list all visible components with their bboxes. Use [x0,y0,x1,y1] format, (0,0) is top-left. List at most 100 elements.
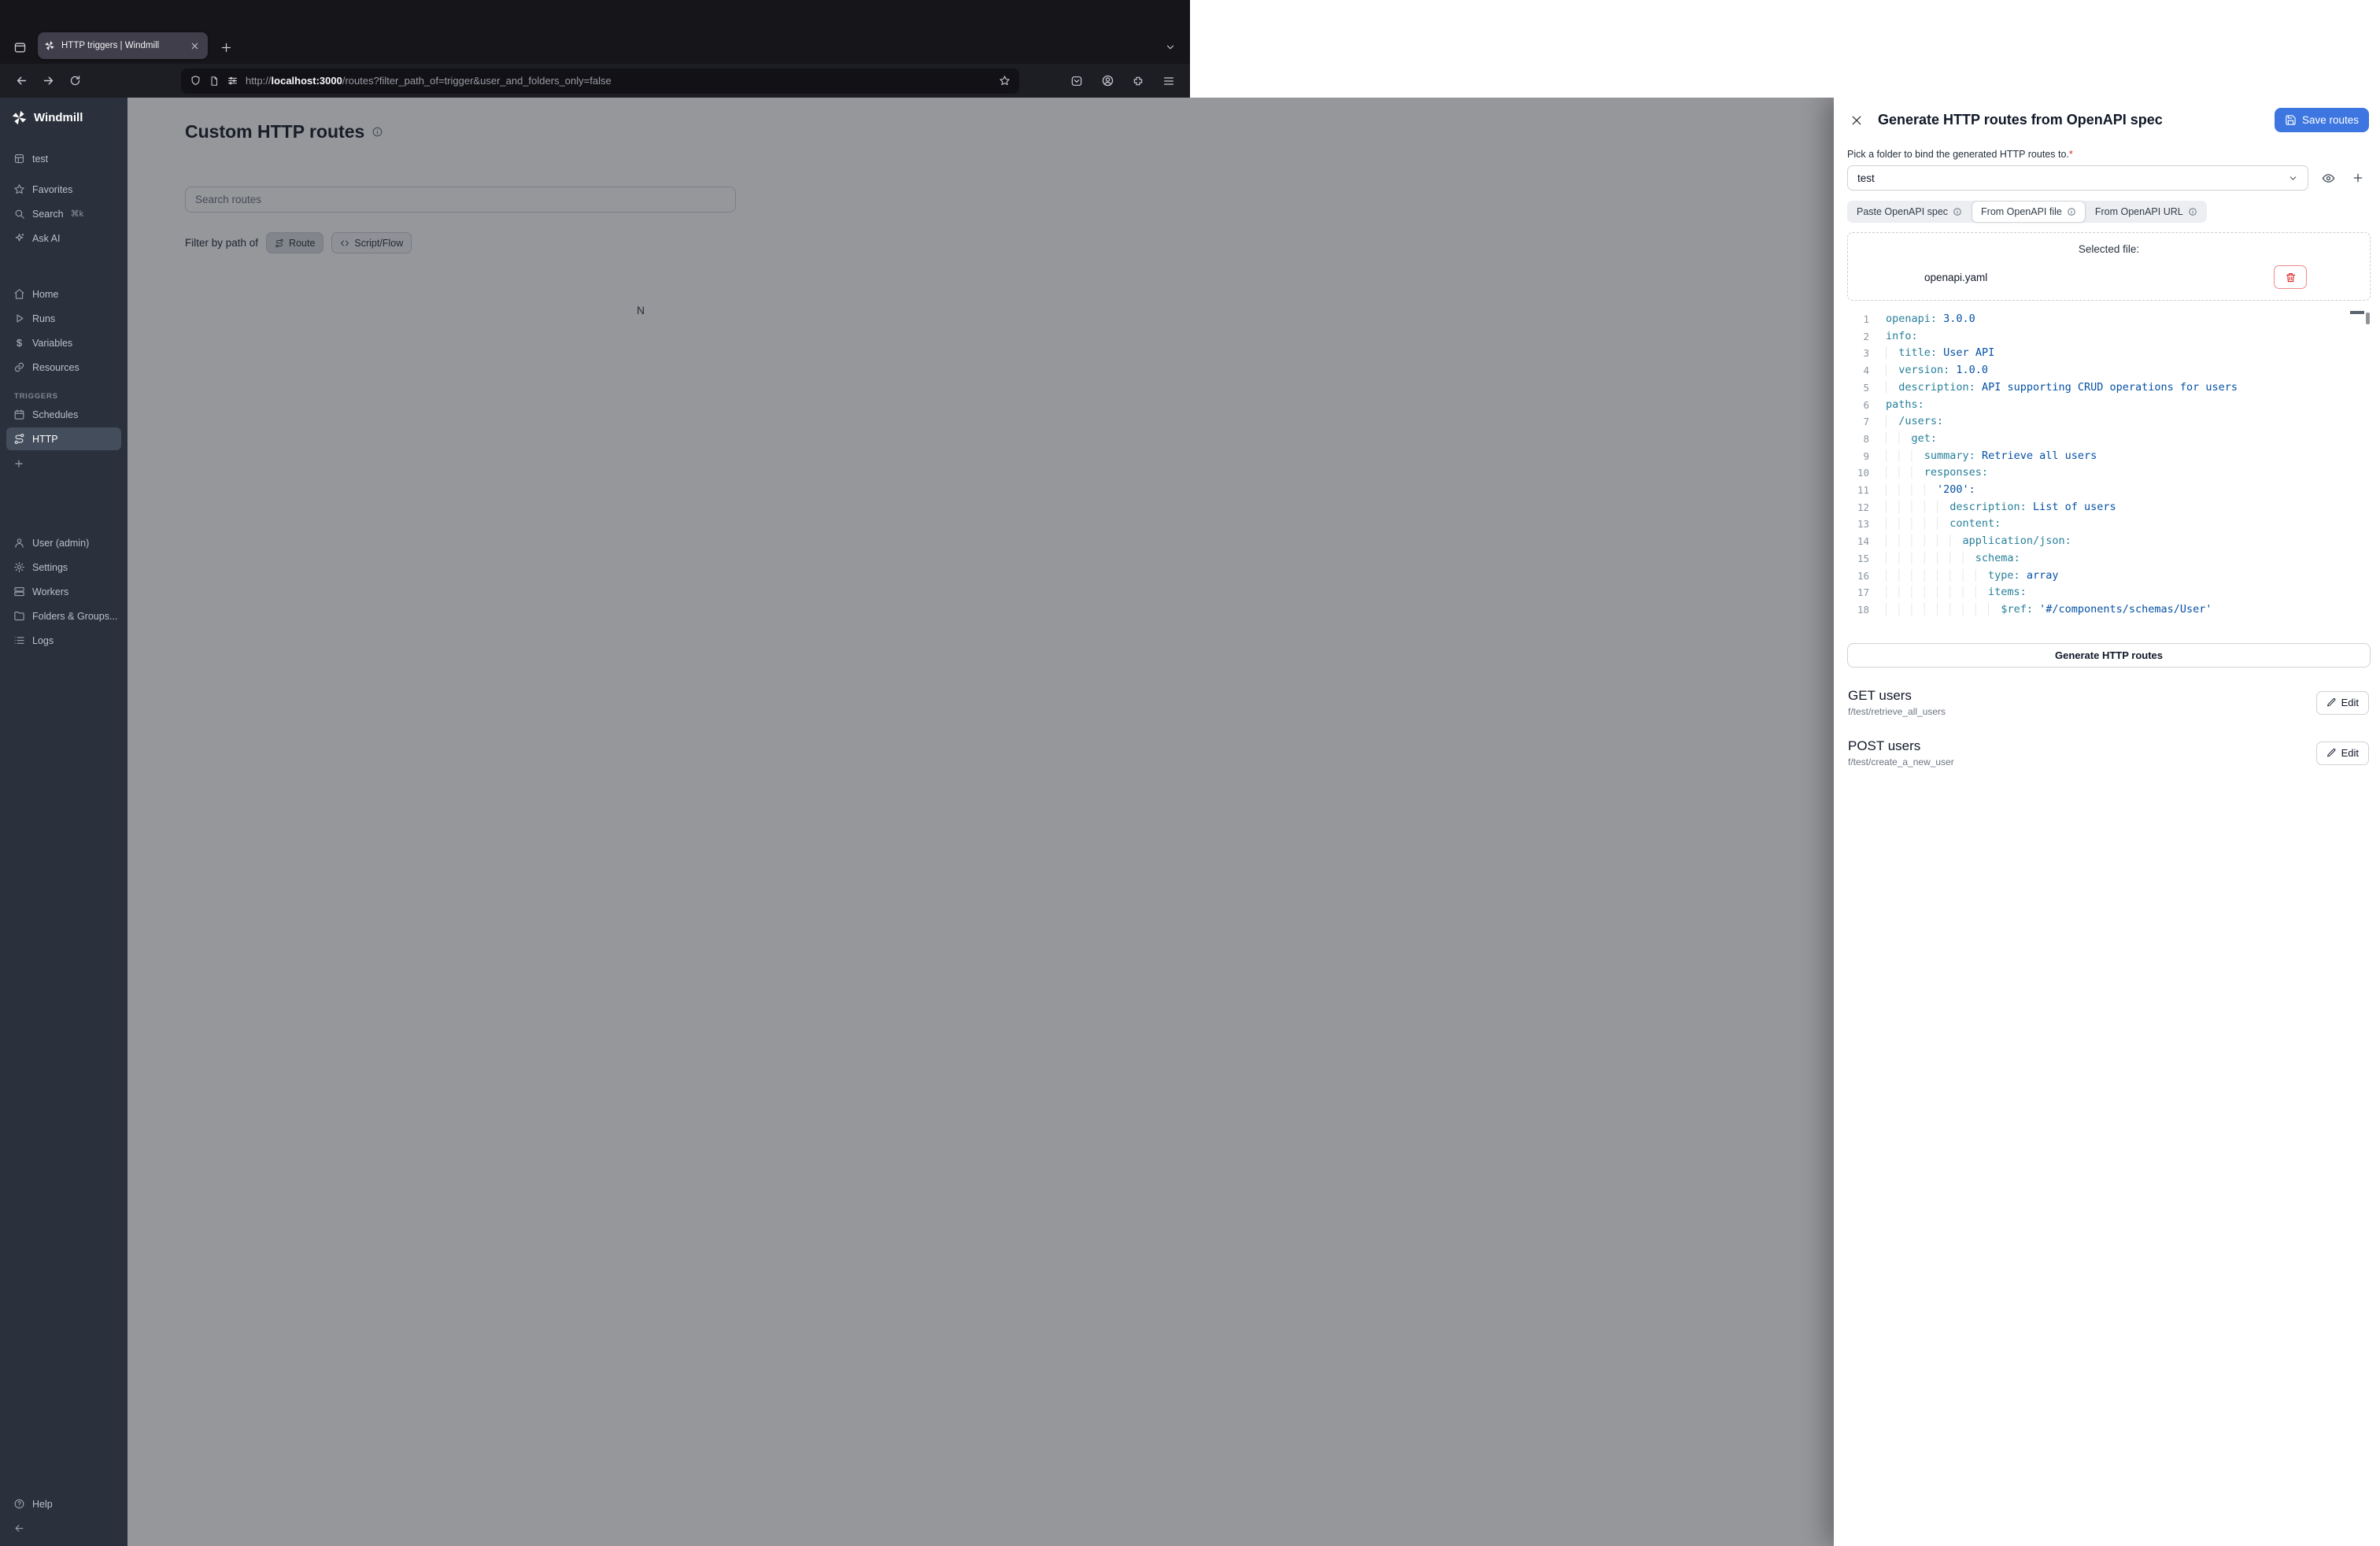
folder-select[interactable]: test [1847,165,2308,190]
folder-field-label: Pick a folder to bind the generated HTTP… [1847,149,2371,160]
save-routes-button[interactable]: Save routes [2275,108,2369,132]
preview-folder-button[interactable] [2318,168,2338,188]
calendar-icon [13,409,25,420]
save-routes-label: Save routes [2302,114,2359,126]
sidebar-item-workers[interactable]: Workers [6,580,121,603]
sidebar-item-user[interactable]: User (admin) [6,531,121,554]
http-label: HTTP [32,434,58,445]
url-bar[interactable]: http://localhost:3000/routes?filter_path… [181,68,1019,94]
sidebar-item-folders-groups[interactable]: Folders & Groups... [6,605,121,627]
play-icon [13,313,25,324]
pencil-icon [2326,748,2337,758]
openapi-drawer: Generate HTTP routes from OpenAPI spec S… [1834,98,2380,1546]
selected-file-name: openapi.yaml [1924,272,1987,283]
brand: Windmill [0,98,128,135]
workspace-label: test [32,153,48,165]
triggers-section-label: TRIGGERS [14,392,128,401]
code-text: items: [1886,584,2027,601]
generate-http-routes-button[interactable]: Generate HTTP routes [1847,643,2371,668]
sidebar-collapse[interactable] [6,1517,121,1540]
sidebar-item-schedules[interactable]: Schedules [6,403,121,426]
editor-scrollbar-thumb[interactable] [2366,313,2370,324]
sidebar-item-logs[interactable]: Logs [6,629,121,652]
drawer-close-icon[interactable] [1847,111,1866,130]
reload-icon[interactable] [63,69,87,93]
shield-icon[interactable] [190,75,201,87]
folder-label-text: Pick a folder to bind the generated HTTP… [1847,149,2069,160]
code-text: paths: [1886,397,1924,414]
sidebar-item-runs[interactable]: Runs [6,307,121,330]
editor-line: 9 summary: Retrieve all users [1847,448,2371,465]
editor-line: 16 type: array [1847,568,2371,585]
add-folder-button[interactable] [2348,168,2368,188]
menu-icon[interactable] [1157,69,1181,93]
sidebar-item-favorites[interactable]: Favorites [6,178,121,201]
sidebar-item-workspace[interactable]: test [6,147,121,170]
extensions-icon[interactable] [1126,69,1150,93]
server-icon [13,586,25,597]
sidebar-item-http[interactable]: HTTP [6,427,121,450]
route-name: GET users [1848,688,1946,704]
main-content: Custom HTTP routes Filter by path of Rou… [128,98,2380,1546]
edit-route-button[interactable]: Edit [2316,691,2369,715]
sidebar-item-resources[interactable]: Resources [6,356,121,379]
line-number: 11 [1847,482,1869,499]
pocket-icon[interactable] [1065,69,1088,93]
tab-paste-openapi-spec[interactable]: Paste OpenAPI spec [1847,201,1972,223]
account-icon[interactable] [1096,69,1119,93]
chevron-down-icon [2288,173,2298,183]
required-asterisk: * [2069,149,2073,160]
edit-route-button[interactable]: Edit [2316,742,2369,765]
plus-icon [13,458,24,469]
sidebar-item-variables[interactable]: $ Variables [6,331,121,354]
route-icon [13,433,25,445]
sidebar-item-help[interactable]: Help [6,1492,121,1515]
line-number: 4 [1847,362,1869,379]
code-text: '200': [1886,482,1975,499]
sidebar-item-search[interactable]: Search ⌘k [6,202,121,225]
editor-line: 6paths: [1847,397,2371,414]
tabs-dropdown-icon[interactable] [1159,35,1182,59]
line-number: 2 [1847,328,1869,346]
browser-tab[interactable]: HTTP triggers | Windmill [38,32,208,59]
tab-close-icon[interactable] [187,39,201,53]
editor-scrollbar-corner [2350,311,2364,314]
list-icon [13,634,25,646]
line-number: 17 [1847,584,1869,601]
code-text: title: User API [1886,345,1994,362]
forward-icon[interactable] [36,69,60,93]
editor-line: 10 responses: [1847,464,2371,482]
url-path: /routes?filter_path_of=trigger&user_and_… [342,75,612,87]
code-text: openapi: 3.0.0 [1886,311,1975,328]
tab-title: HTTP triggers | Windmill [61,41,181,50]
home-label: Home [32,289,58,300]
yaml-code-editor[interactable]: 1openapi: 3.0.02info:3 title: User API4 … [1847,311,2371,620]
editor-line: 17 items: [1847,584,2371,601]
editor-line: 4 version: 1.0.0 [1847,362,2371,379]
page-info-icon[interactable] [209,76,220,87]
code-text: info: [1886,328,1918,346]
tab-label: From OpenAPI file [1981,206,2062,217]
new-tab-icon[interactable] [214,35,238,59]
selected-file-label: Selected file: [1848,243,2370,255]
editor-line: 18 $ref: '#/components/schemas/User' [1847,601,2371,619]
tab-from-openapi-url[interactable]: From OpenAPI URL [2086,201,2207,223]
sidebar-item-ask-ai[interactable]: Ask AI [6,227,121,250]
editor-line: 3 title: User API [1847,345,2371,362]
editor-line: 12 description: List of users [1847,499,2371,516]
remove-file-button[interactable] [2274,265,2307,289]
url-host: localhost:3000 [272,75,342,87]
sidebar-item-add[interactable] [6,452,121,475]
tab-from-openapi-file[interactable]: From OpenAPI file [1972,201,2086,223]
back-icon[interactable] [9,69,33,93]
editor-line: 15 schema: [1847,550,2371,568]
firefox-view-icon[interactable] [8,35,31,59]
editor-line: 14 application/json: [1847,533,2371,550]
editor-line: 8 get: [1847,431,2371,448]
folders-groups-label: Folders & Groups... [32,611,117,622]
sidebar-item-home[interactable]: Home [6,283,121,305]
sidebar-item-settings[interactable]: Settings [6,556,121,579]
trash-icon [2285,272,2297,283]
permissions-icon[interactable] [227,75,238,87]
bookmark-star-icon[interactable] [999,75,1011,87]
